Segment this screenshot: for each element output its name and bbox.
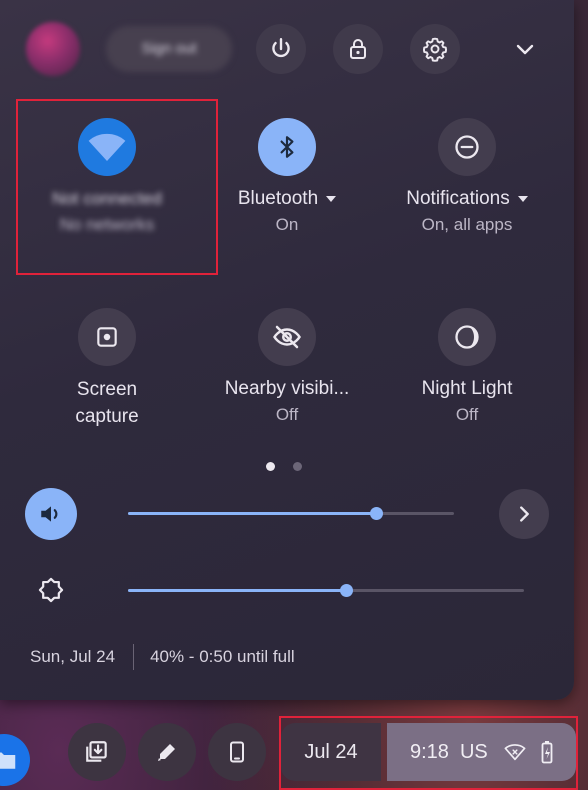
sign-out-button[interactable]: Sign out bbox=[106, 26, 232, 72]
stylus-tools-button[interactable] bbox=[138, 723, 196, 781]
caret-down-icon bbox=[326, 195, 337, 202]
gear-icon bbox=[422, 37, 448, 62]
quick-settings-footer: Sun, Jul 24 40% - 0:50 until full bbox=[30, 642, 295, 672]
highlight-box-tray bbox=[279, 716, 578, 790]
screen-capture-icon bbox=[97, 327, 117, 347]
power-button[interactable] bbox=[256, 24, 306, 74]
brightness-button bbox=[25, 564, 77, 616]
page-dot[interactable] bbox=[293, 462, 302, 471]
screen-capture-label: Screen capture bbox=[75, 379, 139, 427]
files-app-button[interactable] bbox=[0, 734, 30, 786]
brightness-icon bbox=[38, 577, 64, 603]
nearby-visibility-label: Nearby visibi... bbox=[224, 378, 350, 399]
brightness-slider-thumb[interactable] bbox=[340, 584, 353, 597]
mute-button[interactable] bbox=[25, 488, 77, 540]
chevron-right-icon bbox=[520, 506, 529, 522]
lock-icon bbox=[350, 39, 366, 59]
battery-status[interactable]: 40% - 0:50 until full bbox=[150, 647, 295, 667]
shelf: Jul 24 9:18 US bbox=[0, 712, 588, 790]
nearby-visibility-tile[interactable]: Nearby visibi... Off bbox=[197, 308, 377, 426]
volume-slider-thumb[interactable] bbox=[370, 507, 383, 520]
brightness-slider-fill bbox=[128, 589, 346, 592]
quick-settings-panel: Sign out Not connected No networks Bluet… bbox=[0, 0, 574, 700]
pen-icon bbox=[158, 744, 175, 761]
page-dot-active[interactable] bbox=[266, 462, 275, 471]
bluetooth-label: Bluetooth bbox=[237, 188, 319, 209]
phone-icon bbox=[230, 741, 244, 763]
volume-icon bbox=[41, 506, 58, 522]
bluetooth-icon bbox=[280, 136, 294, 158]
avatar[interactable] bbox=[26, 22, 80, 76]
nearby-visibility-status: Off bbox=[275, 405, 299, 424]
notifications-tile[interactable]: Notifications On, all apps bbox=[377, 118, 557, 236]
screen-capture-tile[interactable]: Screen capture bbox=[17, 308, 197, 430]
brightness-row bbox=[0, 564, 574, 616]
collapse-button[interactable] bbox=[502, 26, 548, 72]
notifications-toggle[interactable] bbox=[438, 118, 496, 176]
volume-slider-fill bbox=[128, 512, 376, 515]
bluetooth-status: On bbox=[275, 215, 299, 234]
volume-row bbox=[0, 488, 574, 540]
bluetooth-toggle[interactable] bbox=[258, 118, 316, 176]
folder-icon bbox=[0, 752, 16, 769]
caret-down-icon bbox=[517, 195, 528, 202]
power-icon bbox=[272, 38, 290, 58]
night-light-label: Night Light bbox=[421, 378, 513, 399]
bluetooth-label-row[interactable]: Bluetooth bbox=[197, 186, 377, 212]
phone-hub-button[interactable] bbox=[208, 723, 266, 781]
night-light-status: Off bbox=[455, 405, 479, 424]
download-tray-icon bbox=[86, 741, 107, 762]
settings-button[interactable] bbox=[410, 24, 460, 74]
notifications-status: On, all apps bbox=[421, 215, 513, 234]
footer-date[interactable]: Sun, Jul 24 bbox=[30, 647, 115, 667]
lock-button[interactable] bbox=[333, 24, 383, 74]
screen-capture-toggle[interactable] bbox=[78, 308, 136, 366]
brightness-slider[interactable] bbox=[128, 584, 524, 597]
night-light-tile[interactable]: Night Light Off bbox=[377, 308, 557, 426]
footer-divider bbox=[133, 644, 135, 670]
do-not-disturb-icon bbox=[455, 135, 479, 159]
bluetooth-tile[interactable]: Bluetooth On bbox=[197, 118, 377, 236]
chevron-down-icon bbox=[516, 44, 534, 55]
highlight-box-network bbox=[16, 99, 218, 275]
audio-settings-button[interactable] bbox=[499, 489, 549, 539]
quick-settings-header: Sign out bbox=[0, 0, 574, 95]
notifications-label-row[interactable]: Notifications bbox=[377, 186, 557, 212]
notifications-label: Notifications bbox=[406, 188, 510, 209]
page-indicator bbox=[266, 462, 316, 472]
night-light-icon bbox=[455, 325, 479, 349]
holding-space-button[interactable] bbox=[68, 723, 126, 781]
night-light-toggle[interactable] bbox=[438, 308, 496, 366]
volume-slider[interactable] bbox=[128, 507, 454, 520]
nearby-visibility-toggle[interactable] bbox=[258, 308, 316, 366]
eye-off-icon bbox=[273, 325, 301, 349]
